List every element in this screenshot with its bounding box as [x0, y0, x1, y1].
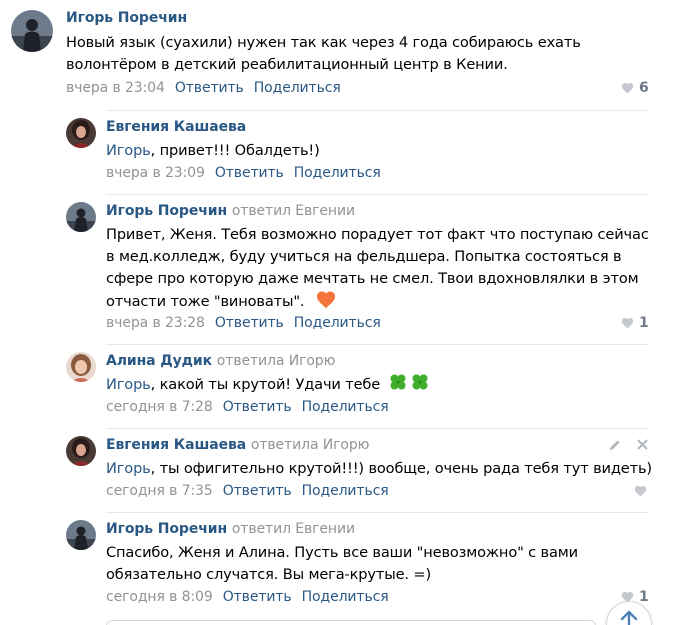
comment-text-line: обязательно случатся. Вы мега-крутые. =): [106, 566, 432, 583]
share-button[interactable]: Поделиться: [254, 80, 341, 96]
comment-text: Спасибо, Женя и Алина. Пусть все ваши "н…: [106, 542, 651, 586]
comment-author[interactable]: Игорь Поречин: [66, 10, 187, 26]
share-button[interactable]: Поделиться: [294, 315, 381, 331]
comment-meta: вчера в 23:04 Ответить Поделиться: [66, 80, 341, 96]
orange-heart-emoji: [316, 291, 336, 309]
comment-text: Игорь, какой ты крутой! Удачи тебе: [106, 372, 651, 396]
edit-icon[interactable]: [608, 438, 622, 452]
comment-input[interactable]: [106, 620, 596, 625]
comment-text-line: сфере про которую даже мечтать не смел. …: [106, 270, 639, 287]
comment-author[interactable]: Игорь Поречин ответил Евгении: [106, 203, 355, 219]
reply-button[interactable]: Ответить: [215, 315, 284, 331]
comment-meta: сегодня в 7:28 Ответить Поделиться: [106, 399, 389, 415]
comment-author[interactable]: Евгения Кашаева: [106, 119, 246, 135]
comment-time[interactable]: сегодня в 7:28: [106, 399, 213, 415]
comment-author[interactable]: Алина Дудик ответила Игорю: [106, 353, 335, 369]
mention-link[interactable]: Игорь: [106, 376, 151, 393]
comment-text: Игорь, ты офигительно крутой!!!) вообще,…: [106, 458, 652, 480]
comment-text-rest: , какой ты крутой! Удачи тебе: [150, 376, 381, 393]
comment-meta: вчера в 23:28 Ответить Поделиться: [106, 315, 381, 331]
avatar[interactable]: [11, 10, 53, 52]
replied-to[interactable]: ответил Евгении: [232, 521, 355, 537]
reply-button[interactable]: Ответить: [223, 589, 292, 605]
comment-text-line: отчасти тоже "виноваты".: [106, 293, 305, 310]
comment-text: Игорь, привет!!! Обалдеть!): [106, 140, 646, 162]
four-leaf-clover-emoji: [388, 372, 430, 396]
divider: [106, 428, 648, 429]
comment-author[interactable]: Евгения Кашаева ответила Игорю: [106, 437, 369, 453]
close-icon[interactable]: [636, 438, 649, 451]
replied-to[interactable]: ответил Евгении: [232, 203, 355, 219]
reply-button[interactable]: Ответить: [223, 399, 292, 415]
comment-meta: сегодня в 8:09 Ответить Поделиться: [106, 589, 389, 605]
comment-time[interactable]: вчера в 23:04: [66, 80, 165, 96]
comment-actions: [608, 438, 649, 452]
comment-meta: сегодня в 7:35 Ответить Поделиться: [106, 483, 389, 499]
divider: [106, 110, 648, 111]
comment-time[interactable]: вчера в 23:28: [106, 315, 205, 331]
comment-meta: вчера в 23:09 Ответить Поделиться: [106, 165, 381, 181]
avatar[interactable]: [66, 352, 96, 382]
comment-time[interactable]: сегодня в 8:09: [106, 589, 213, 605]
comment-text-rest: , привет!!! Обалдеть!): [150, 142, 320, 159]
comment-text: Привет, Женя. Тебя возможно порадует тот…: [106, 224, 651, 313]
comment-text-rest: , ты офигительно крутой!!!) вообще, очен…: [150, 460, 652, 477]
comment-time[interactable]: сегодня в 7:35: [106, 483, 213, 499]
share-button[interactable]: Поделиться: [302, 589, 389, 605]
like-count: 6: [639, 80, 649, 96]
avatar[interactable]: [66, 118, 96, 148]
replied-to[interactable]: ответила Игорю: [217, 353, 336, 369]
divider: [106, 194, 648, 195]
comment-text-line: Привет, Женя. Тебя возможно порадует тот…: [106, 226, 649, 243]
comment-text-line: Спасибо, Женя и Алина. Пусть все ваши "н…: [106, 544, 578, 561]
divider: [106, 344, 648, 345]
avatar[interactable]: [66, 202, 96, 232]
like-button[interactable]: 1: [621, 315, 649, 331]
comment-author[interactable]: Игорь Поречин ответил Евгении: [106, 521, 355, 537]
avatar[interactable]: [66, 436, 96, 466]
reply-button[interactable]: Ответить: [223, 483, 292, 499]
share-button[interactable]: Поделиться: [294, 165, 381, 181]
heart-icon: [621, 83, 634, 94]
like-count: 1: [639, 589, 649, 605]
replied-to[interactable]: ответила Игорю: [251, 437, 370, 453]
mention-link[interactable]: Игорь: [106, 142, 151, 159]
reply-button[interactable]: Ответить: [215, 165, 284, 181]
share-button[interactable]: Поделиться: [302, 399, 389, 415]
like-button[interactable]: [634, 485, 647, 497]
share-button[interactable]: Поделиться: [302, 483, 389, 499]
comment-text-line: Новый язык (суахили) нужен так как через…: [66, 34, 581, 51]
reply-button[interactable]: Ответить: [175, 80, 244, 96]
like-count: 1: [639, 315, 649, 331]
heart-icon: [634, 486, 647, 497]
comment-text-line: в мед.колледж, буду учиться на фельдшера…: [106, 248, 622, 265]
comment-time[interactable]: вчера в 23:09: [106, 165, 205, 181]
heart-icon: [621, 318, 634, 329]
divider: [106, 512, 648, 513]
avatar[interactable]: [66, 520, 96, 550]
comment-text-line: волонтёром в детский реабилитационный це…: [66, 56, 508, 73]
like-button[interactable]: 6: [621, 80, 649, 96]
comment-text: Новый язык (суахили) нужен так как через…: [66, 32, 626, 76]
mention-link[interactable]: Игорь: [106, 460, 151, 477]
arrow-up-icon: [620, 610, 638, 625]
